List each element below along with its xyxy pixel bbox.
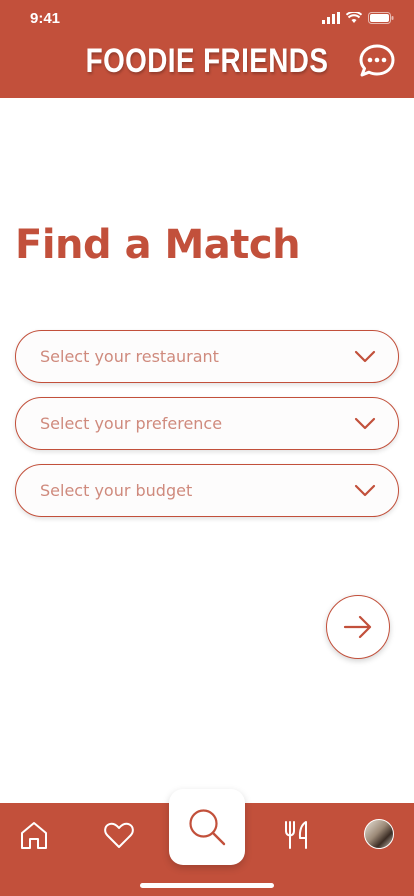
tab-home[interactable] xyxy=(16,817,52,853)
avatar[interactable] xyxy=(364,819,394,849)
status-time: 9:41 xyxy=(30,10,61,27)
chevron-down-icon xyxy=(354,350,376,363)
fork-knife-icon xyxy=(285,821,307,849)
chevron-down-icon xyxy=(354,417,376,430)
preference-select-placeholder: Select your preference xyxy=(40,414,223,433)
home-icon xyxy=(21,822,47,849)
preference-select[interactable]: Select your preference xyxy=(15,397,399,450)
chat-bubble-icon xyxy=(359,44,395,77)
wifi-icon xyxy=(346,12,362,23)
page-title: Find a Match xyxy=(15,222,301,268)
arrow-right-icon xyxy=(343,615,372,639)
restaurant-select[interactable]: Select your restaurant xyxy=(15,330,399,383)
search-icon xyxy=(189,809,226,846)
heart-icon xyxy=(104,822,134,848)
status-icons xyxy=(322,12,394,24)
chat-button[interactable] xyxy=(358,42,396,80)
next-button[interactable] xyxy=(326,595,390,659)
tab-restaurants[interactable] xyxy=(279,817,315,853)
signal-icon xyxy=(322,12,340,24)
home-indicator xyxy=(140,883,274,888)
tab-favorites[interactable] xyxy=(101,817,137,853)
budget-select[interactable]: Select your budget xyxy=(15,464,399,517)
chevron-down-icon xyxy=(354,484,376,497)
restaurant-select-placeholder: Select your restaurant xyxy=(40,347,219,366)
tab-search[interactable] xyxy=(169,789,245,865)
budget-select-placeholder: Select your budget xyxy=(40,481,193,500)
battery-icon xyxy=(368,12,394,24)
app-header: 9:41 FOODIE FRIENDS xyxy=(0,0,414,98)
app-title: FOODIE FRIENDS xyxy=(85,42,329,80)
